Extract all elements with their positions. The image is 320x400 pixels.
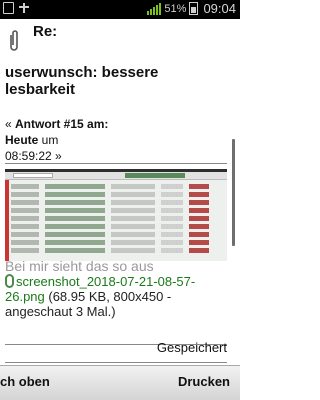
saved-status: Gespeichert xyxy=(156,340,227,355)
attachment-caption: Bei mir sieht das so aus screenshot_2018… xyxy=(5,259,230,319)
bottom-action-bar: ch oben Drucken xyxy=(0,365,240,400)
paperclip-icon xyxy=(10,30,18,51)
clock: 09:04 xyxy=(203,1,236,16)
answer-label: Antwort #15 am: xyxy=(15,117,109,131)
reply-prefix: Re: xyxy=(33,23,58,40)
divider xyxy=(5,163,227,164)
attached-screenshot-image[interactable] xyxy=(5,169,227,261)
scroll-up-button[interactable]: ch oben xyxy=(0,374,50,389)
battery-percent: 51% xyxy=(164,2,187,15)
um-label: um xyxy=(38,133,59,147)
print-button[interactable]: Drucken xyxy=(178,374,230,389)
notification-icon xyxy=(3,2,14,14)
scrollbar[interactable] xyxy=(232,139,235,246)
usb-icon xyxy=(18,2,30,14)
post-content: Re: userwunsch: bessere lesbarkeit « Ant… xyxy=(0,19,240,365)
post-meta: « Antwort #15 am: Heute um 08:59:22 » xyxy=(5,116,205,164)
post-time: 08:59:22 » xyxy=(5,149,62,163)
divider xyxy=(5,362,227,363)
status-bar: 51% 09:04 xyxy=(0,0,240,19)
battery-icon xyxy=(189,2,199,15)
day-label: Heute xyxy=(5,133,39,147)
post-subject: userwunsch: bessere lesbarkeit xyxy=(5,64,159,98)
wifi-signal-icon xyxy=(147,2,162,15)
attachment-paperclip-icon xyxy=(5,274,14,288)
meta-prefix: « xyxy=(5,117,16,131)
